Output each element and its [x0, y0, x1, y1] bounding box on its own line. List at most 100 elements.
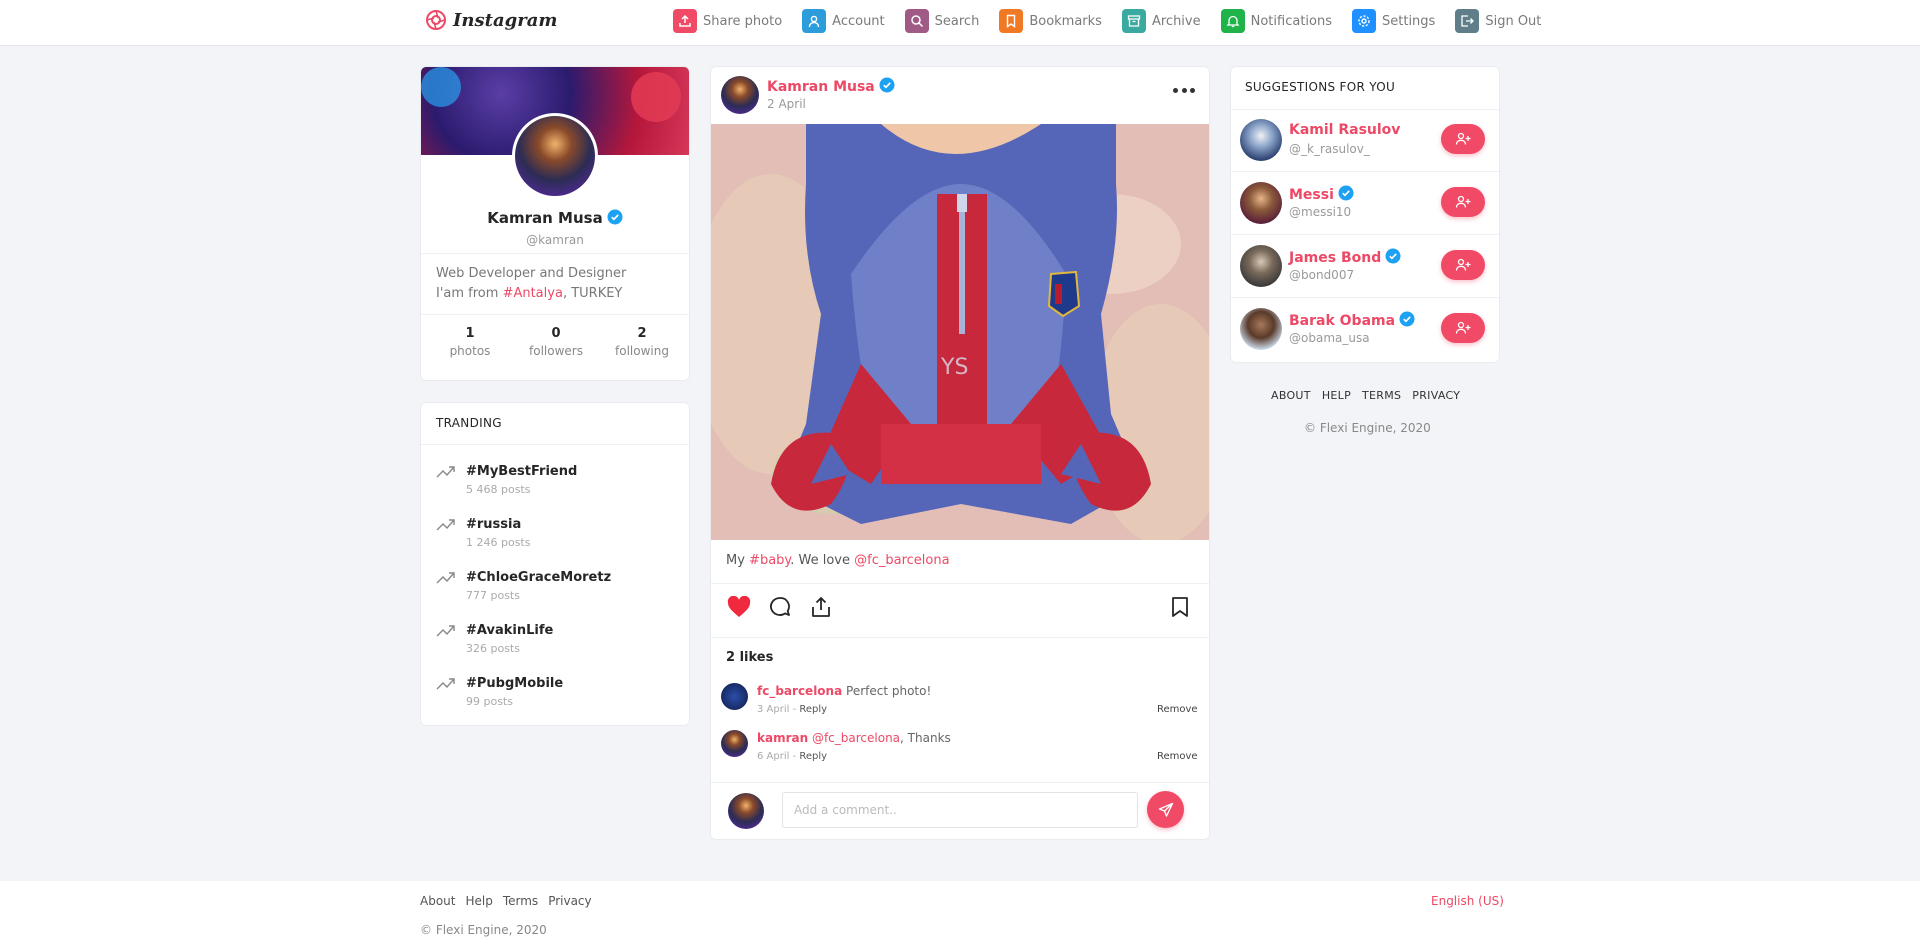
archive-icon [1121, 9, 1146, 33]
nav-notifications[interactable]: Notifications [1220, 9, 1332, 33]
suggestion-name-row: Messi [1289, 185, 1354, 203]
comment-date: 6 April [757, 751, 790, 762]
comment-icon[interactable] [769, 596, 791, 618]
bio-location-link[interactable]: #Antalya [503, 286, 563, 301]
profile-card: Kamran Musa @kamran Web Developer and De… [420, 66, 690, 381]
trending-title: TRANDING [436, 416, 502, 430]
side-link-help[interactable]: HELP [1322, 389, 1351, 402]
trending-count: 99 posts [466, 695, 513, 708]
suggestion-avatar[interactable] [1240, 308, 1282, 350]
suggestion-name-row: James Bond [1289, 248, 1401, 266]
post-caption: My #baby. We love @fc_barcelona [726, 553, 950, 568]
caption-mention[interactable]: @fc_barcelona [854, 553, 949, 568]
share-icon[interactable] [810, 596, 832, 618]
nav-share-photo[interactable]: Share photo [673, 9, 782, 33]
trending-tag: #ChloeGraceMoretz [466, 570, 612, 585]
add-user-icon [1455, 132, 1471, 145]
nav-sign-out[interactable]: Sign Out [1455, 9, 1541, 33]
bookmark-icon[interactable] [1171, 596, 1189, 618]
side-link-terms[interactable]: TERMS [1362, 389, 1401, 402]
suggestion-name[interactable]: Messi [1289, 187, 1334, 203]
nav-bookmarks[interactable]: Bookmarks [999, 9, 1102, 33]
nav-label: Account [832, 13, 885, 29]
comment-body: , Thanks [900, 731, 951, 745]
footer-link-about[interactable]: About [420, 894, 455, 908]
suggestion-handle: @obama_usa [1289, 331, 1370, 345]
nav-archive[interactable]: Archive [1121, 9, 1201, 33]
suggestion-name[interactable]: Barak Obama [1289, 313, 1395, 329]
nav-label: Share photo [703, 13, 783, 29]
verified-badge-icon [879, 77, 895, 93]
trending-count: 5 468 posts [466, 483, 531, 496]
stat-photos[interactable]: 1 photos [435, 326, 505, 358]
verified-badge-icon [1338, 185, 1354, 201]
post-author-avatar[interactable] [721, 76, 759, 114]
footer-link-help[interactable]: Help [465, 894, 492, 908]
comment-username[interactable]: fc_barcelona [757, 684, 842, 698]
profile-name-row: Kamran Musa [421, 209, 689, 227]
comment-body: Perfect photo! [842, 684, 932, 698]
page-footer: About Help Terms Privacy © Flexi Engine,… [0, 881, 1920, 951]
reply-link[interactable]: Reply [799, 704, 827, 715]
comment-text: fc_barcelona Perfect photo! [757, 684, 931, 698]
verified-badge-icon [1385, 248, 1401, 264]
stat-label: following [615, 344, 669, 358]
suggestion-name[interactable]: James Bond [1289, 250, 1381, 266]
suggestion-name-row: Barak Obama [1289, 311, 1415, 329]
comment-avatar[interactable] [721, 683, 748, 710]
logo[interactable]: Instagram [425, 9, 557, 31]
remove-comment-link[interactable]: Remove [1157, 704, 1198, 715]
suggestion-handle: @bond007 [1289, 268, 1355, 282]
suggestion-avatar[interactable] [1240, 245, 1282, 287]
gear-icon [1352, 9, 1376, 33]
caption-hashtag[interactable]: #baby [749, 553, 790, 568]
heart-icon[interactable] [727, 596, 751, 618]
nav-account[interactable]: Account [802, 9, 885, 33]
comment-mention[interactable]: @fc_barcelona [808, 731, 900, 745]
bio-location-suffix: , TURKEY [562, 286, 623, 301]
verified-badge-icon [607, 209, 623, 225]
caption-text: . We love [790, 553, 855, 568]
nav-settings[interactable]: Settings [1352, 9, 1435, 33]
suggestion-avatar[interactable] [1240, 119, 1282, 161]
stat-label: followers [529, 344, 583, 358]
suggestion-avatar[interactable] [1240, 182, 1282, 224]
nav-search[interactable]: Search [904, 9, 979, 33]
language-selector[interactable]: English (US) [1431, 894, 1504, 908]
trending-up-icon [436, 625, 455, 637]
comment-input[interactable] [782, 792, 1138, 828]
stat-following[interactable]: 2 following [607, 326, 677, 358]
likes-count[interactable]: 2 likes [726, 650, 773, 665]
comment-username[interactable]: kamran [757, 731, 808, 745]
comment-avatar[interactable] [721, 730, 748, 757]
footer-link-privacy[interactable]: Privacy [548, 894, 591, 908]
profile-avatar[interactable] [512, 113, 598, 199]
side-link-about[interactable]: ABOUT [1271, 389, 1311, 402]
add-user-icon [1455, 195, 1471, 208]
divider [1231, 297, 1499, 298]
follow-button[interactable] [1441, 313, 1485, 343]
stat-followers[interactable]: 0 followers [521, 326, 591, 358]
follow-button[interactable] [1441, 250, 1485, 280]
profile-bio: Web Developer and Designer I'am from #An… [436, 264, 626, 304]
post-author-name[interactable]: Kamran Musa [767, 79, 875, 95]
reply-link[interactable]: Reply [799, 751, 827, 762]
bio-location-prefix: I'am from [436, 286, 503, 301]
remove-comment-link[interactable]: Remove [1157, 751, 1198, 762]
more-options-icon[interactable] [1173, 85, 1195, 95]
trending-count: 777 posts [466, 589, 520, 602]
post-photo[interactable]: YS [711, 124, 1209, 540]
comment-date: 3 April [757, 704, 790, 715]
logo-text: Instagram [453, 9, 558, 31]
suggestion-name[interactable]: Kamil Rasulov [1289, 122, 1400, 138]
follow-button[interactable] [1441, 187, 1485, 217]
profile-name[interactable]: Kamran Musa [487, 209, 602, 227]
footer-link-terms[interactable]: Terms [503, 894, 538, 908]
side-link-privacy[interactable]: PRIVACY [1412, 389, 1460, 402]
send-comment-button[interactable] [1147, 791, 1184, 828]
search-icon [904, 9, 929, 33]
follow-button[interactable] [1441, 124, 1485, 154]
trending-up-icon [436, 466, 455, 478]
add-user-icon [1455, 321, 1471, 334]
trending-tag: #AvakinLife [466, 623, 554, 638]
